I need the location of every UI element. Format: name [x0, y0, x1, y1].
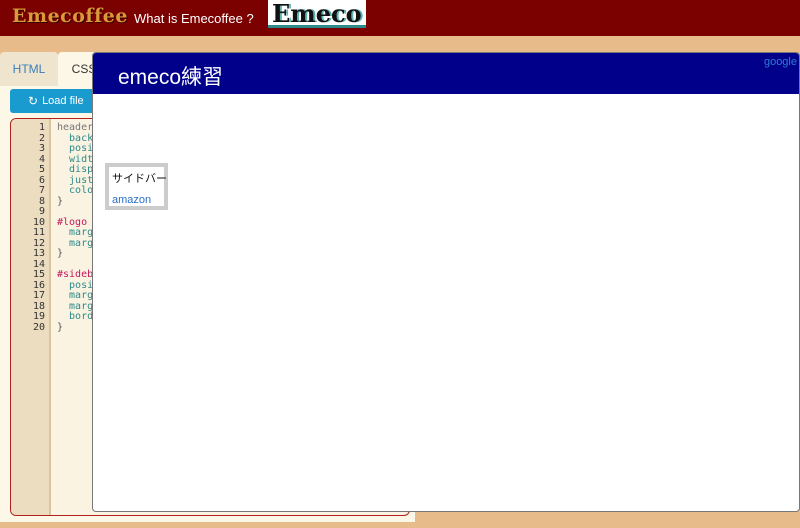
- code-line: marg: [57, 290, 94, 301]
- code-line: header: [57, 122, 94, 133]
- load-file-label: Load file: [42, 95, 84, 107]
- line-number: 19: [32, 311, 45, 322]
- line-number: 9: [38, 206, 45, 217]
- line-number: 13: [32, 248, 45, 259]
- code-content[interactable]: header back posi widt disp just colo} #l…: [57, 122, 94, 333]
- line-number: 7: [38, 185, 45, 196]
- preview-window: emeco練習 google サイドバー amazon: [92, 52, 800, 512]
- code-line: }: [57, 248, 64, 259]
- load-file-button[interactable]: ↻ Load file: [10, 89, 100, 113]
- code-line: disp: [57, 164, 94, 175]
- tab-html[interactable]: HTML: [0, 52, 58, 86]
- line-number: 15: [32, 269, 45, 280]
- emeco-logo-text: Emeco: [272, 0, 362, 28]
- line-number-gutter: 1 2 3 4 5 6 7 8 9 10 11 12 13 14 15 16 17 18 19 20: [11, 119, 51, 515]
- code-line: posi: [57, 143, 94, 154]
- brand-logo[interactable]: Emecoffee: [12, 5, 128, 27]
- line-number: 11: [32, 227, 45, 238]
- emeco-logo[interactable]: Emeco: [268, 0, 366, 28]
- refresh-icon: ↻: [28, 94, 39, 108]
- line-number: 1: [38, 122, 45, 133]
- preview-header: emeco練習 google: [93, 53, 799, 94]
- code-line: #sideb: [57, 269, 94, 280]
- code-line: }: [57, 321, 64, 333]
- line-number: 20: [32, 321, 45, 333]
- google-link[interactable]: google: [764, 56, 797, 68]
- line-number: 17: [32, 290, 45, 301]
- amazon-link[interactable]: amazon: [112, 194, 151, 206]
- line-number: 5: [38, 164, 45, 175]
- code-line: marg: [57, 227, 94, 238]
- line-number: 3: [38, 143, 45, 154]
- code-line: colo: [57, 185, 94, 196]
- preview-title: emeco練習: [118, 66, 224, 89]
- sidebar-title: サイドバー: [112, 173, 167, 185]
- code-line: bord: [57, 311, 94, 322]
- top-bar: Emecoffee What is Emecoffee ? Emeco: [0, 0, 800, 36]
- preview-sidebar: サイドバー amazon: [105, 163, 168, 210]
- what-is-link[interactable]: What is Emecoffee ?: [134, 11, 254, 26]
